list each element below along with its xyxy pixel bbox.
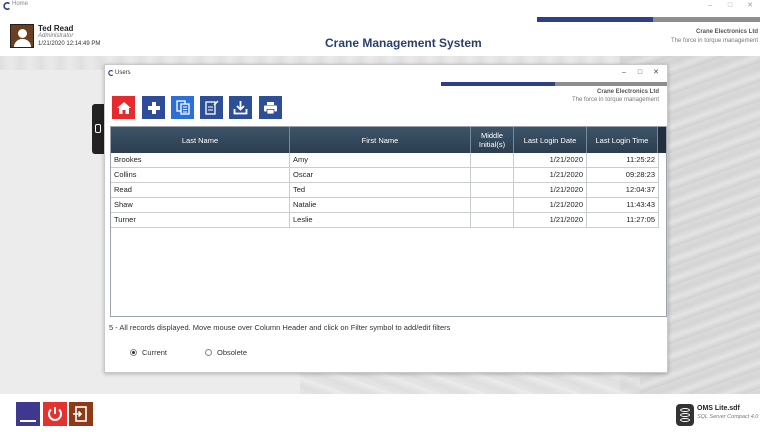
database-type: SQL Server Compact 4.0 <box>697 414 759 420</box>
cell-last-login-date: 1/21/2020 <box>514 183 587 198</box>
power-button[interactable] <box>43 402 67 426</box>
cell-last-login-date: 1/21/2020 <box>514 168 587 183</box>
company-tagline: The force in torque management <box>670 38 758 44</box>
table-row[interactable]: Brookes Amy 1/21/2020 11:25:22 <box>111 153 659 168</box>
maximize-button[interactable]: □ <box>720 0 740 12</box>
cell-last-name: Turner <box>111 213 290 228</box>
window-title: Home <box>12 1 29 7</box>
cell-last-name: Collins <box>111 168 290 183</box>
cell-last-login-time: 11:27:05 <box>587 213 659 228</box>
radio-unselected-icon <box>205 349 212 356</box>
copy-icon <box>175 100 190 115</box>
brand-bar-grey <box>653 17 760 22</box>
cell-last-login-time: 12:04:37 <box>587 183 659 198</box>
column-header-first-name[interactable]: First Name <box>290 127 471 153</box>
side-tab-icon <box>95 124 101 133</box>
avatar[interactable] <box>10 24 34 48</box>
column-header-middle-initials[interactable]: Middle Initial(s) <box>471 127 514 153</box>
users-company-tagline: The force in torque management <box>571 97 659 103</box>
avatar-body <box>14 39 31 47</box>
logout-button[interactable] <box>69 402 93 426</box>
exit-icon <box>73 406 87 422</box>
filter-current-radio[interactable]: Current <box>130 348 167 357</box>
users-close-button[interactable]: ✕ <box>647 67 665 79</box>
user-name: Ted Read <box>38 24 74 33</box>
users-window: Users – □ ✕ Crane Electronics Ltd The fo… <box>104 64 668 373</box>
users-company-name: Crane Electronics Ltd <box>596 89 659 95</box>
column-header-last-login-time[interactable]: Last Login Time <box>587 127 658 153</box>
close-button[interactable]: ✕ <box>740 0 760 12</box>
app-footer: OMS Lite.sdf SQL Server Compact 4.0 <box>0 394 760 432</box>
users-window-icon <box>108 70 114 76</box>
filter-obsolete-radio[interactable]: Obsolete <box>205 348 247 357</box>
database-disk-icon <box>680 408 690 412</box>
cell-middle-initials <box>471 153 514 168</box>
cell-first-name: Leslie <box>290 213 471 228</box>
cell-last-login-time: 11:25:22 <box>587 153 659 168</box>
printer-icon <box>264 101 277 114</box>
cell-first-name: Ted <box>290 183 471 198</box>
cell-last-name: Shaw <box>111 198 290 213</box>
company-name: Crane Electronics Ltd <box>695 29 758 35</box>
cell-last-login-date: 1/21/2020 <box>514 213 587 228</box>
cell-first-name: Natalie <box>290 198 471 213</box>
print-button[interactable] <box>259 96 282 119</box>
table-row[interactable]: Read Ted 1/21/2020 12:04:37 <box>111 183 659 198</box>
table-row[interactable]: Collins Oscar 1/21/2020 09:28:23 <box>111 168 659 183</box>
table-row[interactable]: Shaw Natalie 1/21/2020 11:43:43 <box>111 198 659 213</box>
copy-button[interactable] <box>171 96 194 119</box>
database-name: OMS Lite.sdf <box>697 405 740 412</box>
users-grid: Last Name First Name Middle Initial(s) L… <box>110 126 667 317</box>
grid-header: Last Name First Name Middle Initial(s) L… <box>111 127 666 153</box>
plus-icon <box>147 101 160 114</box>
users-brand-bar-blue <box>441 82 555 86</box>
database-disk-icon <box>680 413 690 417</box>
users-window-title: Users <box>115 70 131 76</box>
screen-button[interactable] <box>16 402 40 426</box>
download-icon <box>233 101 248 115</box>
records-status: 5 - All records displayed. Move mouse ov… <box>109 323 451 332</box>
main-titlebar: Home – □ ✕ <box>0 0 760 12</box>
database-disk-icon <box>680 418 690 422</box>
users-brand-bar-grey <box>555 82 667 86</box>
column-header-last-login-date[interactable]: Last Login Date <box>514 127 587 153</box>
cell-last-login-date: 1/21/2020 <box>514 198 587 213</box>
export-button[interactable] <box>229 96 252 119</box>
cell-first-name: Oscar <box>290 168 471 183</box>
cell-last-name: Brookes <box>111 153 290 168</box>
cell-last-login-date: 1/21/2020 <box>514 153 587 168</box>
cell-first-name: Amy <box>290 153 471 168</box>
cell-middle-initials <box>471 183 514 198</box>
filter-obsolete-label: Obsolete <box>217 348 248 357</box>
cell-middle-initials <box>471 168 514 183</box>
minimize-button[interactable]: – <box>700 0 720 12</box>
power-icon <box>48 407 62 421</box>
system-title: Crane Management System <box>325 36 482 50</box>
home-icon <box>116 101 131 114</box>
table-row[interactable]: Turner Leslie 1/21/2020 11:27:05 <box>111 213 659 228</box>
user-datetime: 1/21/2020 12:14:49 PM <box>38 41 101 47</box>
app-header: Ted Read Administrator 1/21/2020 12:14:4… <box>0 12 760 56</box>
add-button[interactable] <box>142 96 165 119</box>
radio-selected-icon <box>130 349 137 356</box>
filter-current-label: Current <box>142 348 168 357</box>
column-header-last-name[interactable]: Last Name <box>111 127 290 153</box>
cell-middle-initials <box>471 198 514 213</box>
grid-scrollbar-header <box>658 127 666 153</box>
cell-middle-initials <box>471 213 514 228</box>
cell-last-login-time: 09:28:23 <box>587 168 659 183</box>
edit-icon <box>204 100 219 115</box>
cell-last-login-time: 11:43:43 <box>587 198 659 213</box>
home-button[interactable] <box>112 96 135 119</box>
avatar-head <box>18 29 27 38</box>
user-role: Administrator <box>38 33 74 39</box>
app-icon <box>3 2 10 10</box>
brand-bar-blue <box>537 17 653 22</box>
cell-last-name: Read <box>111 183 290 198</box>
database-icon <box>676 404 694 426</box>
edit-button[interactable] <box>200 96 223 119</box>
